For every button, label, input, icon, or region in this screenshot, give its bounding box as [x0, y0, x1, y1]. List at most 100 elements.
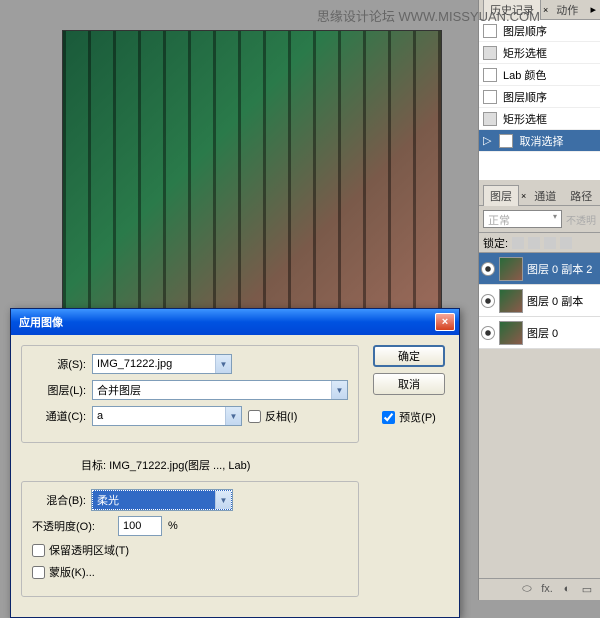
invert-input[interactable]	[248, 410, 261, 423]
chevron-down-icon: ▼	[225, 407, 241, 425]
watermark-text: 思缘设计论坛 WWW.MISSYUAN.COM	[317, 6, 540, 25]
layer-row-selected[interactable]: 图层 0 副本 2	[479, 253, 600, 285]
layers-panel-tabs: 图层 × 通道 路径	[479, 186, 600, 206]
percent-label: %	[168, 520, 178, 532]
preserve-checkbox[interactable]: 保留透明区域(T)	[32, 542, 129, 558]
opacity-input[interactable]	[118, 516, 162, 536]
history-icon	[483, 46, 497, 60]
lock-row: 锁定:	[479, 233, 600, 253]
target-row: 目标: IMG_71222.jpg(图层 ..., Lab)	[21, 453, 359, 481]
fx-icon[interactable]: fx.	[540, 583, 554, 597]
layer-label: 图层 0	[527, 325, 558, 341]
layer-thumb	[499, 257, 523, 281]
chevron-down-icon: ▼	[215, 355, 231, 373]
history-item[interactable]: 矩形选框	[479, 108, 600, 130]
history-list: 图层顺序 矩形选框 Lab 颜色 图层顺序 矩形选框 ▷取消选择	[479, 20, 600, 180]
history-icon	[483, 68, 497, 82]
side-panels: 历史记录 × 动作 ▸ 图层顺序 矩形选框 Lab 颜色 图层顺序 矩形选框 ▷…	[478, 0, 600, 600]
opacity-label: 不透明度(O):	[32, 518, 112, 534]
opacity-label: 不透明	[566, 212, 596, 227]
blend-label: 混合(B):	[32, 492, 86, 508]
visibility-icon[interactable]	[481, 294, 495, 308]
layer-thumb	[499, 289, 523, 313]
layer-options: 正常▾ 不透明	[479, 206, 600, 233]
channel-select[interactable]: a▼	[92, 406, 242, 426]
target-label: 目标:	[81, 460, 106, 472]
visibility-icon[interactable]	[481, 262, 495, 276]
mask-icon[interactable]: ◐	[560, 583, 574, 597]
preview-label: 预览(P)	[399, 409, 436, 425]
invert-checkbox[interactable]: 反相(I)	[248, 408, 297, 424]
ok-button[interactable]: 确定	[373, 345, 445, 367]
layers-footer: ⬭ fx. ◐ ▭	[479, 578, 600, 600]
history-item[interactable]: Lab 颜色	[479, 64, 600, 86]
blend-mode-select[interactable]: 柔光 ▼	[92, 490, 232, 510]
layer-list: 图层 0 副本 2 图层 0 副本 图层 0	[479, 253, 600, 349]
layer-label: 图层 0 副本	[527, 293, 583, 309]
mask-input[interactable]	[32, 566, 45, 579]
lock-position-icon[interactable]	[544, 237, 556, 249]
chevron-down-icon: ▼	[215, 491, 231, 509]
blend-value: 柔光	[97, 492, 119, 508]
tab-layers[interactable]: 图层	[483, 185, 519, 206]
history-label: 图层顺序	[503, 89, 547, 105]
blend-mode-select[interactable]: 正常▾	[483, 210, 562, 228]
source-value: IMG_71222.jpg	[97, 358, 172, 370]
close-button[interactable]: ×	[435, 313, 455, 331]
history-pointer-icon: ▷	[483, 134, 491, 147]
link-icon[interactable]: ⬭	[520, 583, 534, 597]
history-item[interactable]: 图层顺序	[479, 86, 600, 108]
dialog-body: 源(S): IMG_71222.jpg ▼ 图层(L): 合并图层 ▼ 通道(C):…	[11, 335, 459, 617]
preview-checkbox[interactable]: 预览(P)	[382, 409, 436, 425]
history-label: 取消选择	[519, 133, 563, 149]
dialog-titlebar[interactable]: 应用图像 ×	[11, 309, 459, 335]
layer-label: 图层(L):	[32, 382, 86, 398]
layer-row[interactable]: 图层 0	[479, 317, 600, 349]
dialog-right: 确定 取消 预览(P)	[369, 345, 449, 607]
history-icon	[499, 134, 513, 148]
channel-label: 通道(C):	[32, 408, 86, 424]
history-item-selected[interactable]: ▷ 取消选择	[479, 130, 600, 152]
lock-all-icon[interactable]	[560, 237, 572, 249]
tab-actions[interactable]: 动作	[550, 0, 584, 20]
layer-thumb	[499, 321, 523, 345]
layer-label: 图层 0 副本 2	[527, 261, 592, 277]
source-select[interactable]: IMG_71222.jpg ▼	[92, 354, 232, 374]
panel-menu-icon[interactable]: ▸	[586, 3, 600, 16]
tab-close-icon[interactable]: ×	[521, 191, 526, 201]
tab-paths[interactable]: 路径	[564, 186, 598, 206]
dialog-left: 源(S): IMG_71222.jpg ▼ 图层(L): 合并图层 ▼ 通道(C):…	[21, 345, 359, 607]
lock-paint-icon[interactable]	[528, 237, 540, 249]
history-item[interactable]: 矩形选框	[479, 42, 600, 64]
tab-channels[interactable]: 通道	[528, 186, 562, 206]
canvas-image[interactable]	[62, 30, 442, 310]
chevron-down-icon: ▼	[331, 381, 347, 399]
tab-close-icon[interactable]: ×	[543, 5, 548, 15]
target-value: IMG_71222.jpg(图层 ..., Lab)	[109, 460, 250, 472]
apply-image-dialog: 应用图像 × 源(S): IMG_71222.jpg ▼ 图层(L): 合并图层 ▼…	[10, 308, 460, 618]
history-icon	[483, 24, 497, 38]
mask-label: 蒙版(K)...	[49, 564, 95, 580]
dialog-title: 应用图像	[19, 314, 63, 330]
mask-checkbox[interactable]: 蒙版(K)...	[32, 564, 95, 580]
visibility-icon[interactable]	[481, 326, 495, 340]
new-icon[interactable]: ▭	[580, 583, 594, 597]
lock-transparency-icon[interactable]	[512, 237, 524, 249]
cancel-button[interactable]: 取消	[373, 373, 445, 395]
lock-label: 锁定:	[483, 235, 508, 251]
blend-fieldset: 混合(B): 柔光 ▼ 不透明度(O): % 保留透明区域(T) 蒙版(K)...	[21, 481, 359, 597]
history-icon	[483, 112, 497, 126]
invert-label: 反相(I)	[265, 408, 297, 424]
preserve-label: 保留透明区域(T)	[49, 542, 129, 558]
blend-mode-value: 正常	[488, 215, 510, 227]
history-label: 矩形选框	[503, 111, 547, 127]
layer-row[interactable]: 图层 0 副本	[479, 285, 600, 317]
channel-value: a	[97, 410, 103, 422]
history-label: Lab 颜色	[503, 67, 546, 83]
layer-select[interactable]: 合并图层 ▼	[92, 380, 348, 400]
preserve-input[interactable]	[32, 544, 45, 557]
source-fieldset: 源(S): IMG_71222.jpg ▼ 图层(L): 合并图层 ▼ 通道(C):…	[21, 345, 359, 443]
source-label: 源(S):	[32, 356, 86, 372]
layer-value: 合并图层	[97, 382, 141, 398]
preview-input[interactable]	[382, 411, 395, 424]
